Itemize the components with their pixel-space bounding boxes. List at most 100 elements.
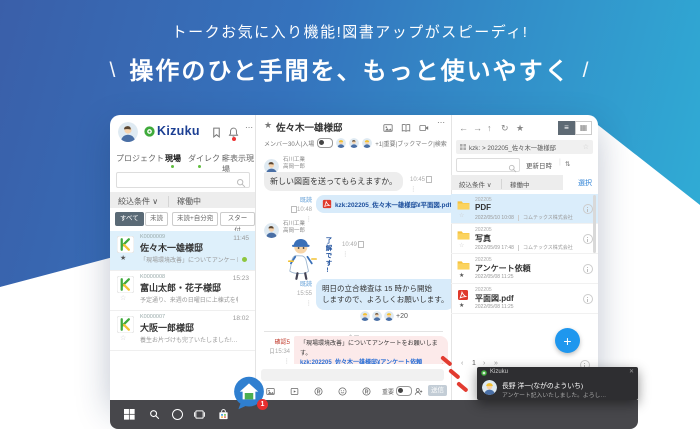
file-star-icon[interactable]: ☆ (459, 242, 464, 249)
nav-up-icon[interactable]: ↑ (487, 123, 492, 133)
message-input[interactable] (261, 369, 444, 381)
info-icon[interactable] (583, 294, 593, 304)
photos-panel-icon[interactable] (383, 120, 393, 138)
chat-header-links[interactable]: +1|重要|ブックマーク|検索 (375, 139, 447, 148)
filter-value[interactable]: 稼働中 (501, 179, 530, 189)
grid-view-button[interactable]: ▦ (575, 121, 592, 135)
message-kebab-icon[interactable]: ⋮ (306, 300, 313, 307)
separator: | (559, 159, 561, 166)
desktop-toast-notification[interactable]: Kizuku ✕ 長野 洋一(ながのよういち) アンケート記入いたしました。よろ… (477, 367, 638, 400)
flag-icon (358, 241, 364, 248)
file-star-icon[interactable]: ★ (459, 272, 464, 279)
library-icon[interactable] (401, 120, 411, 138)
favorite-star-icon[interactable]: ★ (264, 120, 272, 131)
nav-back-icon[interactable]: ← (459, 123, 468, 133)
room-star-icon[interactable]: ☆ (120, 294, 126, 302)
sort-order-icon[interactable]: ⇅ (565, 160, 570, 168)
add-file-button[interactable]: + (555, 328, 580, 353)
files-panel: ← → ↑ ↻ ★ ≡ ▦ kzk: > 202205_佐々木一雄様邸 ☆ 更新… (451, 115, 598, 400)
room-item-osaka[interactable]: ☆ K0000007 大阪一郎様邸 養生お片づけも完了いたしました!… 18:0… (110, 311, 255, 351)
entry-toggle[interactable] (317, 138, 333, 148)
page-prev-icon[interactable]: ‹ (461, 360, 463, 367)
room-item-tomiyama[interactable]: ☆ K0000008 富山太郎・花子様邸 予定通り、来週の日曜日に上棟式を執り行… (110, 271, 255, 311)
message-bubble-outgoing[interactable]: 明日の立合検査は 15 時から開始しますので、よろしくお願いします。 (316, 279, 451, 310)
reactions-row[interactable]: +20 (360, 311, 408, 321)
message-bubble-file[interactable]: kzk:202205_佐々木一雄様邸¥平面図.pdf (316, 195, 451, 213)
room-list: ★ K0000009 佐々木一雄様邸 「現場環境改善」についてアンケートをお願い… (110, 231, 255, 351)
tab-project[interactable]: プロジェクト (116, 153, 164, 164)
room-time: 15:23 (233, 275, 249, 282)
room-item-sasaki[interactable]: ★ K0000009 佐々木一雄様邸 「現場環境改善」についてアンケートをお願い… (110, 231, 255, 271)
cortana-icon[interactable] (172, 409, 183, 420)
breadcrumb[interactable]: kzk: > 202205_佐々木一雄様邸 ☆ (456, 140, 593, 154)
folder-icon (457, 230, 470, 240)
announcement-text: 「現場環境改善」についてアンケートをお願いします。 (300, 341, 438, 357)
tab-genba-dot (171, 165, 174, 168)
file-row-survey-folder[interactable]: ★ 202205 アンケート依頼 2022/05/08 11:25 (451, 254, 598, 284)
windows-start-icon[interactable] (124, 409, 135, 420)
room-star-icon[interactable]: ☆ (120, 334, 126, 342)
file-star-icon[interactable]: ★ (459, 302, 464, 309)
room-star-icon[interactable]: ★ (120, 254, 126, 262)
pdf-icon (457, 289, 469, 301)
filter-value[interactable]: 稼働中 (168, 196, 201, 207)
video-call-icon[interactable] (419, 120, 429, 138)
sort-dropdown[interactable]: 更新日時 (526, 160, 552, 170)
store-icon[interactable] (218, 409, 229, 420)
chip-unread-mine[interactable]: 未読+自分宛 (172, 212, 218, 226)
more-menu-icon[interactable]: ⋯ (245, 123, 253, 132)
files-filter-bar: 絞込条件 ∨ 稼働中 (451, 175, 563, 190)
message-kebab-icon[interactable]: ⋮ (342, 251, 349, 258)
file-link[interactable]: kzk:202205_佐々木一雄様邸¥平面図.pdf (335, 200, 451, 209)
list-view-button[interactable]: ≡ (558, 121, 575, 135)
bookmark-icon[interactable] (211, 125, 222, 143)
file-link[interactable]: kzk:202205_佐々木一雄様邸¥アンケート依頼 (300, 360, 422, 364)
nav-favorite-icon[interactable]: ★ (516, 123, 524, 134)
info-icon[interactable] (583, 204, 593, 214)
task-view-icon[interactable] (194, 409, 205, 420)
message-bubble-incoming[interactable]: 新しい図面を送ってもらえますか。 (264, 172, 403, 191)
message-kebab-icon[interactable]: ⋮ (410, 186, 417, 193)
sidebar-search-input[interactable] (116, 172, 250, 188)
message-bubble-announcement[interactable]: 「現場環境改善」についてアンケートをお願いします。 kzk:202205_佐々木… (294, 336, 448, 364)
file-row-pdf-folder[interactable]: ☆ 202205 PDF 2022/05/10 10:08コムテックス株式会社 (451, 194, 598, 224)
member-entry-label[interactable]: メンバー30人|入場 (264, 139, 314, 148)
chip-all[interactable]: すべて (115, 212, 144, 226)
page-next-icon[interactable]: › (483, 360, 485, 367)
filter-condition-dropdown[interactable]: 絞込条件 ∨ (459, 179, 492, 189)
room-filter-chips: すべて 未読 未読+自分宛 スター付 (110, 212, 255, 227)
scrollbar[interactable] (593, 195, 596, 253)
app-logo-text: Kizuku (157, 124, 200, 138)
sticker-message[interactable]: 了解です! (286, 237, 332, 281)
user-avatar[interactable] (118, 122, 138, 142)
page-number[interactable]: 1 (472, 360, 476, 367)
message-kebab-icon[interactable]: ⋮ (306, 216, 313, 223)
chat-more-icon[interactable]: ⋯ (437, 118, 445, 127)
file-star-icon[interactable]: ☆ (459, 212, 464, 219)
chip-starred[interactable]: スター付 (220, 212, 255, 226)
chip-unread[interactable]: 未読 (145, 212, 168, 226)
view-toggle: ≡ ▦ (558, 121, 592, 135)
decor-slash-right: / (583, 59, 591, 82)
file-row-floorplan-pdf[interactable]: ★ 202205 平面図.pdf 2022/05/08 11:25 (451, 284, 598, 314)
message-kebab-icon[interactable]: ⋮ (284, 358, 291, 364)
nav-forward-icon[interactable]: → (473, 123, 482, 133)
file-row-photo-folder[interactable]: ☆ 202205 写真 2022/05/09 17:48コムテックス株式会社 (451, 224, 598, 254)
info-icon[interactable] (583, 234, 593, 244)
select-link[interactable]: 選択 (578, 178, 592, 188)
banner-title: 操作のひと手間を、もっと使いやすく (129, 58, 570, 85)
send-button[interactable]: 送信 (428, 385, 447, 396)
files-search-input[interactable] (456, 158, 520, 172)
page-last-icon[interactable]: » (494, 360, 498, 367)
taskbar-search-icon[interactable] (149, 409, 160, 420)
kizuku-taskbar-icon[interactable]: 1 (232, 376, 266, 410)
file-date: 2022/05/10 10:08 (475, 215, 514, 221)
notifications-bell-icon[interactable] (228, 125, 239, 143)
toast-close-icon[interactable]: ✕ (629, 368, 634, 375)
tab-genba[interactable]: 現場 (165, 153, 181, 164)
room-name: 大阪一郎様邸 (140, 321, 194, 334)
info-icon[interactable] (583, 264, 593, 274)
filter-condition-dropdown[interactable]: 絞込条件 ∨ (118, 196, 158, 207)
nav-refresh-icon[interactable]: ↻ (501, 123, 509, 134)
worker-sticker-icon (286, 237, 320, 281)
